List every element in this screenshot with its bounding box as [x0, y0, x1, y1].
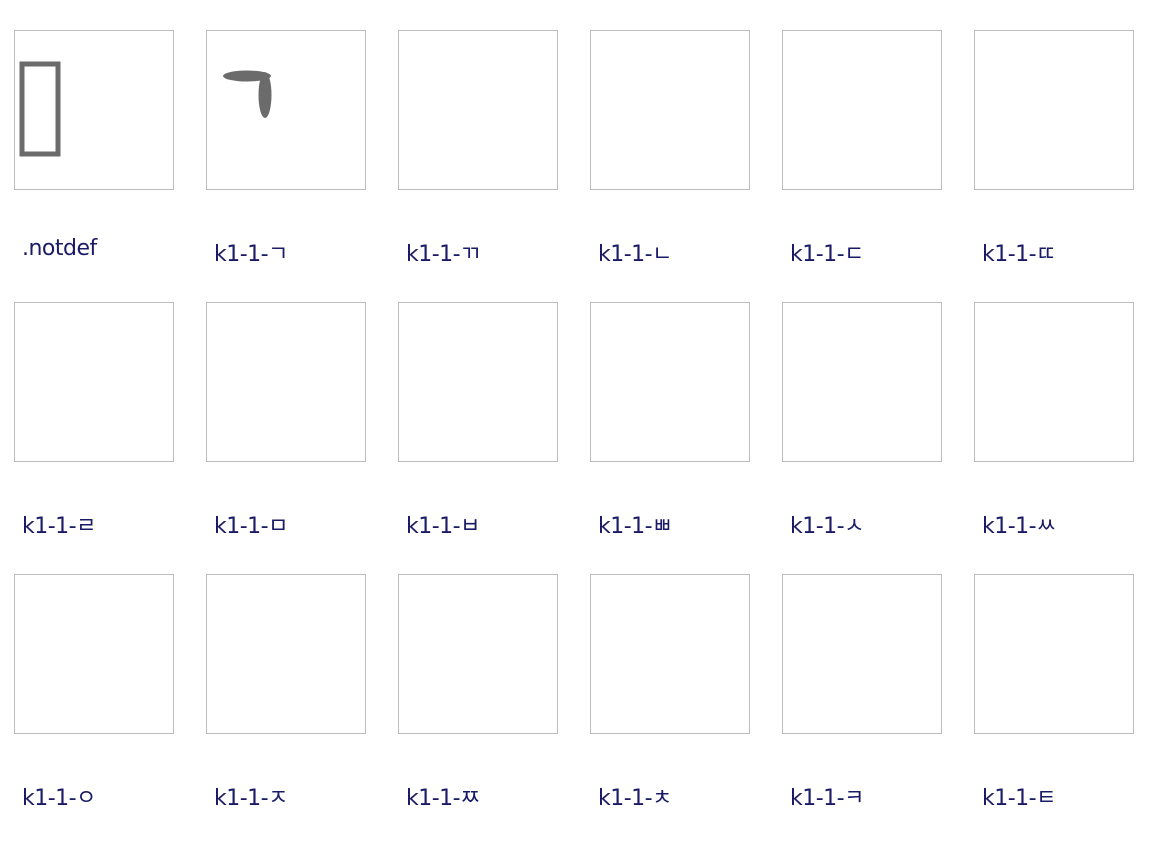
glyph-grid: .notdef k1-1-ㄱ k1-1-ㄲ k1-1-ㄴ k1-1-ㄷ k1-1…: [14, 30, 1134, 846]
glyph-cell: k1-1-ㄴ: [590, 30, 750, 302]
glyph-label: k1-1-ㅁ: [214, 514, 288, 539]
glyph-label: k1-1-ㅆ: [982, 514, 1056, 539]
glyph-label: k1-1-ㅅ: [790, 514, 864, 539]
glyph-cell: k1-1-ㄲ: [398, 30, 558, 302]
glyph-cell: k1-1-ㄹ: [14, 302, 174, 574]
glyph-preview[interactable]: [974, 302, 1134, 462]
glyph-preview[interactable]: [782, 302, 942, 462]
glyph-label: k1-1-ㄴ: [598, 242, 672, 267]
glyph-preview[interactable]: [398, 302, 558, 462]
glyph-cell: k1-1-ㅌ: [974, 574, 1134, 846]
notdef-rectangle-icon: [19, 61, 61, 157]
giyeok-stroke-icon: [223, 70, 272, 118]
glyph-preview[interactable]: [590, 30, 750, 190]
glyph-label: k1-1-ㅌ: [982, 786, 1056, 811]
glyph-cell: k1-1-ㄸ: [974, 30, 1134, 302]
glyph-cell: k1-1-ㅉ: [398, 574, 558, 846]
glyph-label: k1-1-ㅂ: [406, 514, 480, 539]
glyph-cell: k1-1-ㅇ: [14, 574, 174, 846]
glyph-preview[interactable]: [206, 302, 366, 462]
glyph-preview[interactable]: [398, 574, 558, 734]
glyph-cell: k1-1-ㅋ: [782, 574, 942, 846]
glyph-preview[interactable]: [206, 574, 366, 734]
glyph-preview[interactable]: [782, 30, 942, 190]
glyph-label: k1-1-ㅈ: [214, 786, 288, 811]
glyph-cell: k1-1-ㅊ: [590, 574, 750, 846]
glyph-preview[interactable]: [782, 574, 942, 734]
glyph-label: k1-1-ㄱ: [214, 242, 288, 267]
glyph-label: k1-1-ㅊ: [598, 786, 672, 811]
glyph-label: k1-1-ㅇ: [22, 786, 96, 811]
glyph-cell: k1-1-ㄱ: [206, 30, 366, 302]
glyph-preview[interactable]: [14, 574, 174, 734]
glyph-label: k1-1-ㄷ: [790, 242, 864, 267]
glyph-cell: k1-1-ㅆ: [974, 302, 1134, 574]
glyph-cell: k1-1-ㅁ: [206, 302, 366, 574]
glyph-preview[interactable]: [206, 30, 366, 190]
glyph-cell: k1-1-ㅂ: [398, 302, 558, 574]
glyph-preview[interactable]: [14, 30, 174, 190]
glyph-preview[interactable]: [398, 30, 558, 190]
glyph-cell: k1-1-ㄷ: [782, 30, 942, 302]
glyph-cell: .notdef: [14, 30, 174, 302]
glyph-cell: k1-1-ㅈ: [206, 574, 366, 846]
glyph-label: k1-1-ㄸ: [982, 242, 1056, 267]
glyph-label: k1-1-ㅉ: [406, 786, 480, 811]
glyph-label: k1-1-ㄲ: [406, 242, 480, 267]
glyph-preview[interactable]: [974, 574, 1134, 734]
glyph-preview[interactable]: [14, 302, 174, 462]
glyph-label: k1-1-ㄹ: [22, 514, 96, 539]
glyph-label: k1-1-ㅃ: [598, 514, 672, 539]
glyph-label: k1-1-ㅋ: [790, 786, 864, 811]
glyph-cell: k1-1-ㅃ: [590, 302, 750, 574]
glyph-label: .notdef: [22, 236, 97, 261]
glyph-preview[interactable]: [974, 30, 1134, 190]
glyph-preview[interactable]: [590, 302, 750, 462]
glyph-cell: k1-1-ㅅ: [782, 302, 942, 574]
glyph-preview[interactable]: [590, 574, 750, 734]
